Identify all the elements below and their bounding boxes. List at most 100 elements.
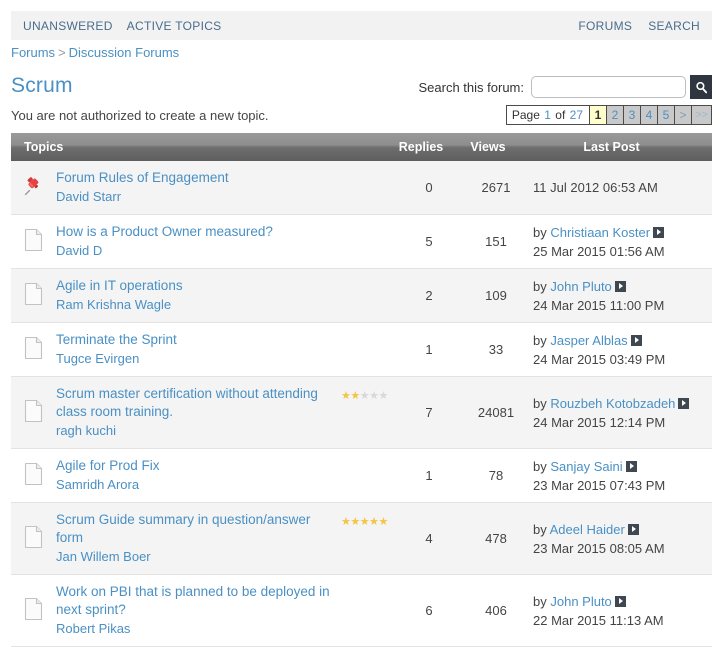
views-count: 33 [488, 342, 504, 357]
search-label: Search this forum: [418, 79, 525, 95]
table-row[interactable]: Scrum master certification without atten… [11, 377, 712, 449]
star-icon: ★ [341, 390, 351, 402]
topic-author-link[interactable]: David Starr [56, 188, 341, 206]
pagination-total-pages: 27 [569, 108, 583, 122]
topic-title-link[interactable]: How is a Product Owner measured? [56, 224, 273, 239]
replies-count: 1 [425, 342, 433, 357]
goto-last-post-icon[interactable] [627, 523, 639, 535]
replies-count: 6 [425, 603, 433, 618]
topic-title-link[interactable]: Terminate the Sprint [56, 332, 177, 347]
pagination-page-3[interactable]: 3 [624, 106, 641, 124]
row-icon-cell [11, 597, 56, 624]
search-input[interactable] [531, 76, 686, 98]
star-icon: ★ [369, 390, 379, 402]
breadcrumb-forums-link[interactable]: Forums [11, 45, 55, 60]
topic-author-link[interactable]: Robert Pikas [56, 620, 341, 638]
topic-author-link[interactable]: ragh kuchi [56, 422, 341, 440]
pagination-page-1[interactable]: 1 [590, 106, 607, 124]
last-post-prefix: by [533, 458, 547, 474]
goto-last-post-icon[interactable] [625, 460, 637, 472]
topic-icon [24, 462, 44, 489]
row-icon-cell [11, 282, 56, 309]
last-post-author-link[interactable]: Sanjay Saini [550, 459, 622, 474]
replies-count: 2 [425, 288, 433, 303]
topic-icon [24, 336, 44, 363]
topic-rating [341, 269, 393, 279]
row-icon-cell [11, 175, 56, 200]
pagination-current-number: 1 [544, 108, 551, 122]
topic-cell: Scrum master certification without atten… [56, 377, 341, 448]
column-header-replies[interactable]: Replies [385, 140, 457, 154]
star-icon: ★ [341, 516, 351, 528]
goto-last-post-icon[interactable] [614, 595, 626, 607]
topic-author-link[interactable]: David D [56, 242, 341, 260]
topic-title-link[interactable]: Scrum Guide summary in question/answer f… [56, 512, 310, 545]
table-row[interactable]: Scrum Guide summary in question/answer f… [11, 503, 712, 575]
topic-icon [24, 597, 44, 624]
topic-author-link[interactable]: Ram Krishna Wagle [56, 296, 341, 314]
replies-count: 4 [425, 531, 433, 546]
views-count: 78 [488, 468, 504, 483]
column-header-topics[interactable]: Topics [11, 140, 385, 154]
topic-title-link[interactable]: Work on PBI that is planned to be deploy… [56, 584, 330, 617]
last-post-author-link[interactable]: Rouzbeh Kotobzadeh [550, 396, 675, 411]
topic-title-link[interactable]: Agile for Prod Fix [56, 458, 160, 473]
row-icon-cell [11, 399, 56, 426]
topic-title-link[interactable]: Agile in IT operations [56, 278, 183, 293]
topic-author-link[interactable]: Jan Willem Boer [56, 548, 341, 566]
topic-rating [341, 161, 393, 171]
topic-rating: ★★★★★ [341, 377, 393, 402]
topic-author-link[interactable]: Samridh Arora [56, 476, 341, 494]
nav-unanswered[interactable]: UNANSWERED [23, 19, 113, 33]
pagination-page-2[interactable]: 2 [607, 106, 624, 124]
table-row[interactable]: Agile in IT operations Ram Krishna Wagle… [11, 269, 712, 323]
pagination-next-button[interactable]: > [675, 106, 692, 124]
nav-search[interactable]: SEARCH [648, 19, 700, 33]
nav-forums[interactable]: FORUMS [578, 19, 632, 33]
table-row[interactable]: Forum Rules of Engagement David Starr 0 … [11, 161, 712, 215]
pagination-info-middle: of [555, 108, 566, 122]
goto-last-post-icon[interactable] [614, 280, 626, 292]
column-header-last-post[interactable]: Last Post [519, 140, 712, 154]
nav-active-topics[interactable]: ACTIVE TOPICS [127, 19, 222, 33]
star-icon: ★ [350, 516, 360, 528]
table-row[interactable]: Terminate the Sprint Tugce Evirgen 1 33 … [11, 323, 712, 377]
last-post-prefix: by [533, 593, 547, 609]
table-row[interactable]: How is a Product Owner measured? David D… [11, 215, 712, 269]
last-post-date: 23 Mar 2015 08:05 AM [533, 540, 665, 556]
last-post-author-link[interactable]: Adeel Haider [550, 522, 625, 537]
star-icon: ★ [378, 516, 389, 528]
table-row[interactable]: Agile for Prod Fix Samridh Arora 1 78 by… [11, 449, 712, 503]
goto-last-post-icon[interactable] [630, 334, 642, 346]
topic-title-link[interactable]: Scrum master certification without atten… [56, 386, 318, 419]
star-icon: ★ [378, 390, 389, 402]
last-post-date: 24 Mar 2015 11:00 PM [533, 297, 665, 313]
topic-icon [24, 399, 44, 426]
last-post-author-link[interactable]: Christiaan Koster [550, 225, 650, 240]
last-post-date: 24 Mar 2015 12:14 PM [533, 414, 666, 430]
row-icon-cell [11, 228, 56, 255]
last-post-cell: by John Pluto 22 Mar 2015 11:13 AM [527, 592, 712, 630]
topic-title-link[interactable]: Forum Rules of Engagement [56, 170, 229, 185]
last-post-prefix: by [533, 395, 547, 411]
goto-last-post-icon[interactable] [653, 226, 665, 238]
topic-author-link[interactable]: Tugce Evirgen [56, 350, 341, 368]
last-post-author-link[interactable]: John Pluto [550, 279, 611, 294]
breadcrumb-separator: > [58, 45, 66, 60]
last-post-prefix: by [533, 224, 547, 240]
last-post-author-link[interactable]: John Pluto [550, 594, 611, 609]
pagination-page-4[interactable]: 4 [641, 106, 658, 124]
last-post-cell: by Adeel Haider 23 Mar 2015 08:05 AM [527, 520, 712, 558]
last-post-author-link[interactable]: Jasper Alblas [550, 333, 627, 348]
replies-count: 1 [425, 468, 433, 483]
goto-last-post-icon[interactable] [678, 397, 690, 409]
last-post-cell: by John Pluto 24 Mar 2015 11:00 PM [527, 277, 712, 315]
table-row[interactable]: Work on PBI that is planned to be deploy… [11, 575, 712, 647]
pagination-info: Page 1 of 27 [506, 106, 590, 124]
last-post-date: 25 Mar 2015 01:56 AM [533, 243, 665, 259]
breadcrumb-current-link[interactable]: Discussion Forums [69, 45, 180, 60]
search-submit-button[interactable] [690, 75, 712, 99]
pagination-last-button[interactable]: >> [692, 106, 711, 124]
pagination-page-5[interactable]: 5 [658, 106, 675, 124]
column-header-views[interactable]: Views [457, 140, 519, 154]
